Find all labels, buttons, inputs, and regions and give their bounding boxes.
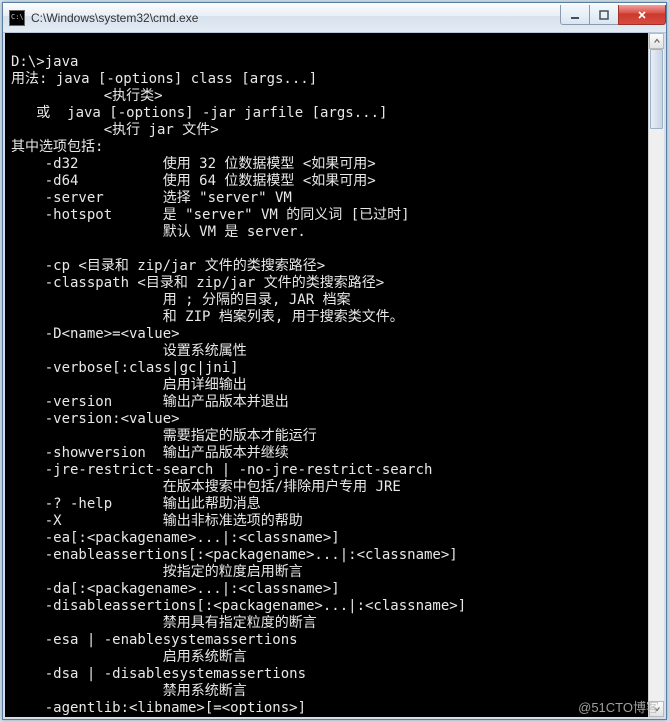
minimize-button[interactable] xyxy=(560,5,590,25)
scroll-up-button[interactable] xyxy=(649,33,664,49)
scrollbar-thumb[interactable] xyxy=(650,49,663,129)
maximize-button[interactable] xyxy=(589,5,619,25)
chevron-up-icon xyxy=(653,37,661,45)
window-controls xyxy=(561,5,666,25)
watermark: @51CTO博客 xyxy=(578,697,659,716)
close-icon xyxy=(637,10,647,20)
close-button[interactable] xyxy=(618,5,666,25)
window-title: C:\Windows\system32\cmd.exe xyxy=(31,11,198,25)
titlebar[interactable]: C:\Windows\system32\cmd.exe xyxy=(3,3,666,33)
minimize-icon xyxy=(570,10,580,20)
console-output[interactable]: D:\>java 用法: java [-options] class [args… xyxy=(5,33,648,717)
vertical-scrollbar[interactable] xyxy=(648,33,664,717)
console-area: D:\>java 用法: java [-options] class [args… xyxy=(3,33,666,719)
cmd-icon xyxy=(9,10,25,26)
cmd-window: C:\Windows\system32\cmd.exe D:\>java 用法:… xyxy=(2,2,667,720)
maximize-icon xyxy=(599,10,609,20)
